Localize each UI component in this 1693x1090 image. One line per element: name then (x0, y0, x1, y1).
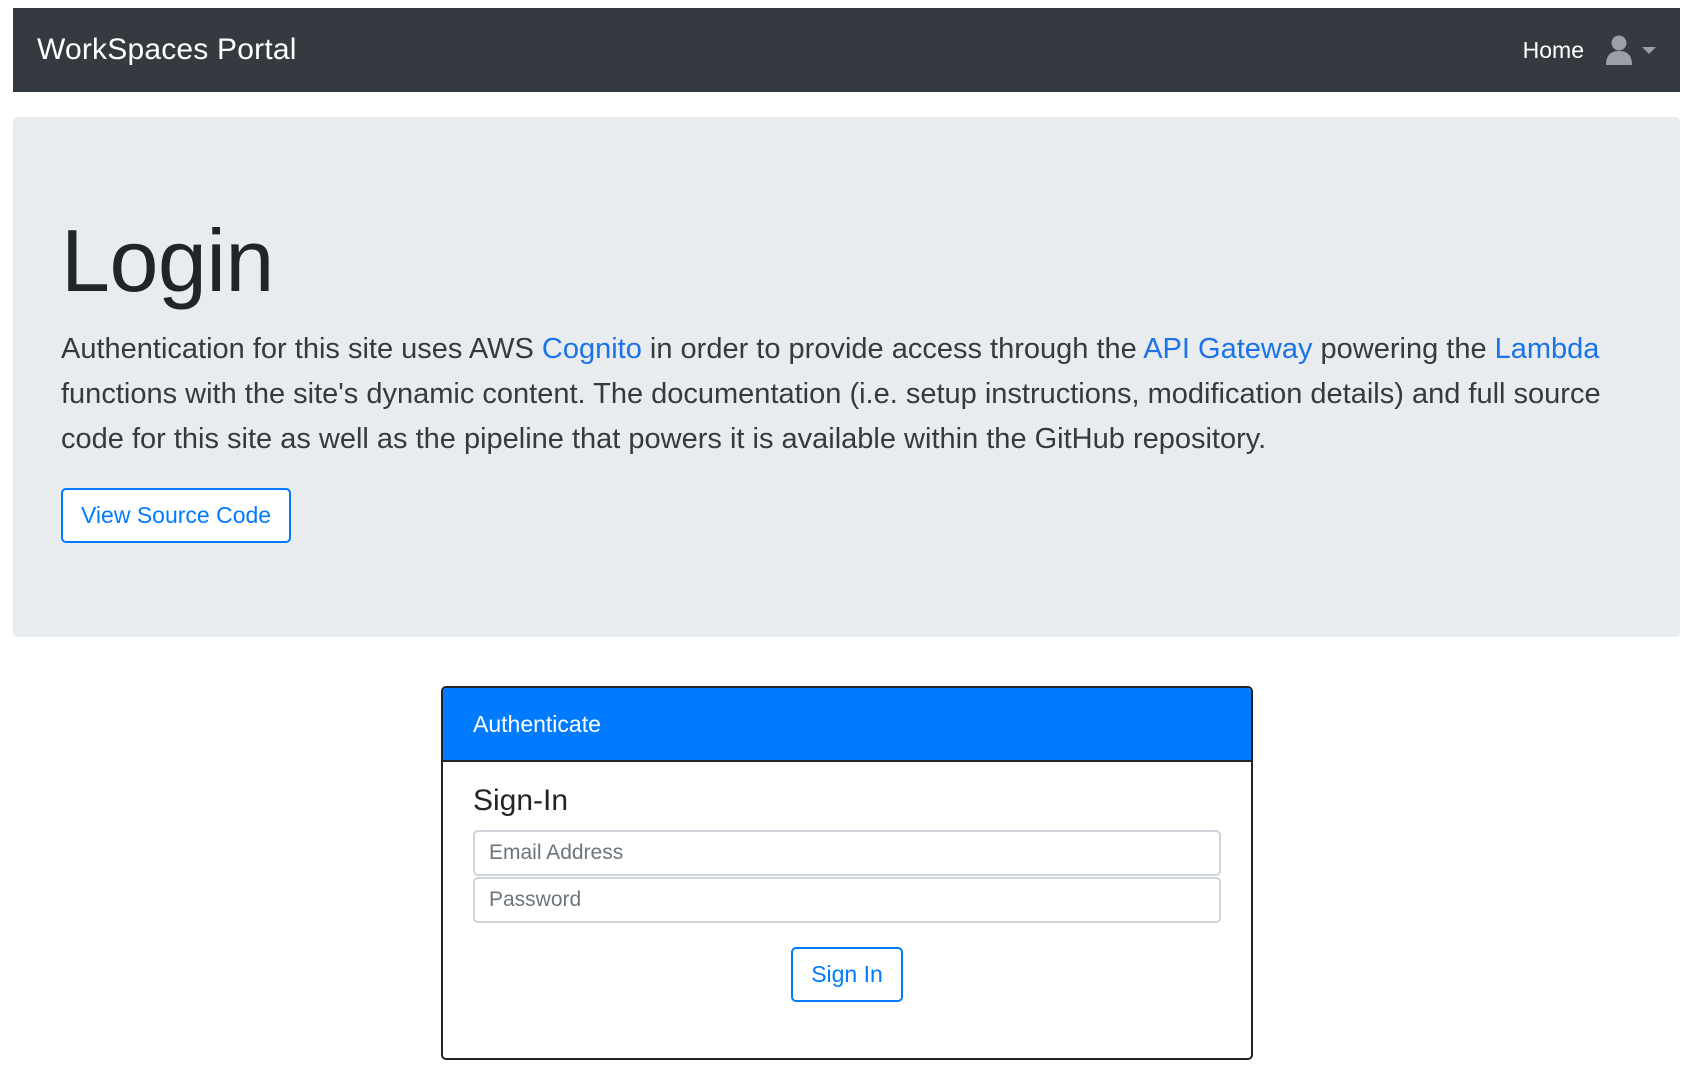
user-icon (1606, 35, 1632, 65)
authenticate-card: Authenticate Sign-In Sign In (441, 686, 1253, 1060)
intro-paragraph: Authentication for this site uses AWS Co… (61, 327, 1651, 462)
card-header: Authenticate (443, 688, 1251, 762)
page-title: Login (61, 211, 274, 310)
sign-in-button-wrap: Sign In (473, 947, 1221, 1002)
sign-in-button[interactable]: Sign In (791, 947, 903, 1002)
view-source-code-button[interactable]: View Source Code (61, 488, 292, 543)
top-navbar: WorkSpaces Portal Home (13, 8, 1680, 92)
sign-in-title: Sign-In (473, 784, 569, 817)
password-field[interactable] (473, 877, 1221, 923)
user-menu-dropdown[interactable] (1606, 35, 1656, 65)
nav-home-link[interactable]: Home (1523, 37, 1584, 64)
chevron-down-icon (1642, 46, 1656, 54)
lambda-link[interactable]: Lambda (1495, 333, 1600, 365)
lead-text-1: Authentication for this site uses AWS (61, 333, 542, 365)
lead-text-3: powering the (1312, 333, 1495, 365)
login-jumbotron: Login Authentication for this site uses … (13, 117, 1680, 637)
nav-right: Home (1523, 35, 1656, 65)
brand-title[interactable]: WorkSpaces Portal (37, 33, 297, 67)
card-body: Sign-In Sign In (443, 762, 1251, 1002)
email-field[interactable] (473, 830, 1221, 876)
lead-text-2: in order to provide access through the (641, 333, 1144, 365)
api-gateway-link[interactable]: API Gateway (1143, 333, 1312, 365)
lead-text-4: functions with the site's dynamic conten… (61, 378, 1601, 455)
cognito-link[interactable]: Cognito (542, 333, 642, 365)
